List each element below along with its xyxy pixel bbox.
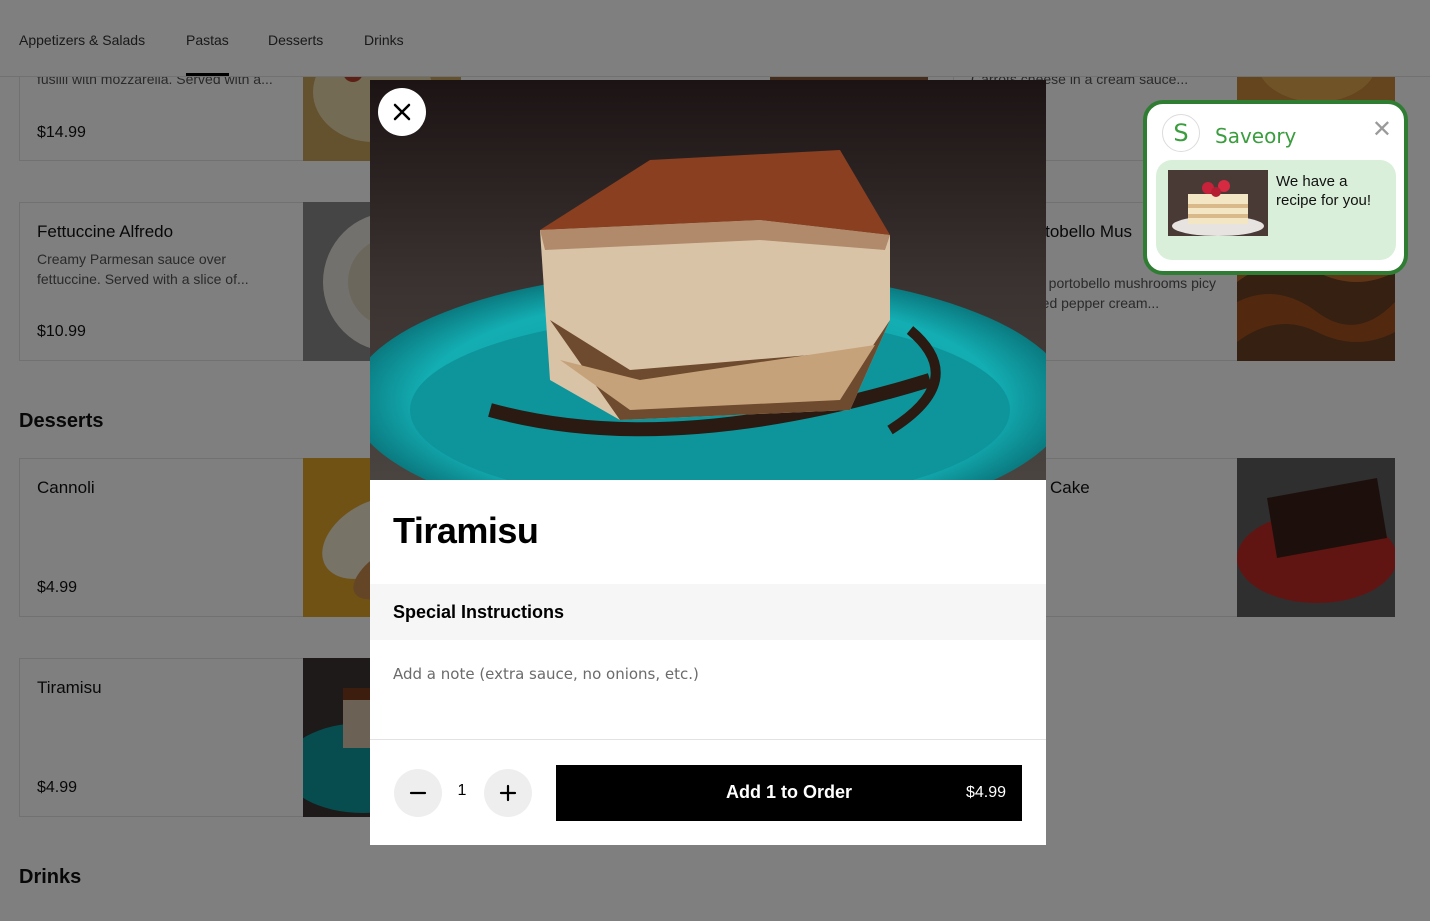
quantity-value: 1	[457, 782, 467, 799]
close-icon	[393, 103, 411, 121]
item-title: Tiramisu	[393, 510, 539, 551]
close-popup-button[interactable]: ✕	[1372, 118, 1392, 142]
increase-quantity-button[interactable]	[484, 769, 532, 817]
tiramisu-photo	[370, 80, 1046, 480]
decrease-quantity-button[interactable]	[394, 769, 442, 817]
saveory-brand-name: Saveory	[1215, 124, 1297, 148]
special-instructions-input[interactable]	[370, 640, 1046, 740]
minus-icon	[409, 791, 427, 795]
close-modal-button[interactable]	[378, 88, 426, 136]
item-detail-modal: Tiramisu Special Instructions 1 Add 1 to…	[370, 80, 1046, 845]
recipe-thumbnail	[1168, 170, 1268, 236]
special-instructions-header: Special Instructions	[370, 584, 1046, 640]
add-to-order-price: $4.99	[965, 784, 1006, 801]
saveory-popup: S Saveory ✕ We have a recipe for you!	[1143, 100, 1408, 275]
recipe-suggestion[interactable]: We have a recipe for you!	[1156, 160, 1396, 260]
add-to-order-button[interactable]: Add 1 to Order $4.99	[556, 765, 1022, 821]
special-instructions-label: Special Instructions	[393, 602, 565, 622]
saveory-logo: S	[1162, 114, 1200, 152]
recipe-message: We have a recipe for you!	[1276, 173, 1372, 209]
plus-icon	[499, 784, 517, 802]
add-to-order-label: Add 1 to Order	[725, 782, 852, 802]
